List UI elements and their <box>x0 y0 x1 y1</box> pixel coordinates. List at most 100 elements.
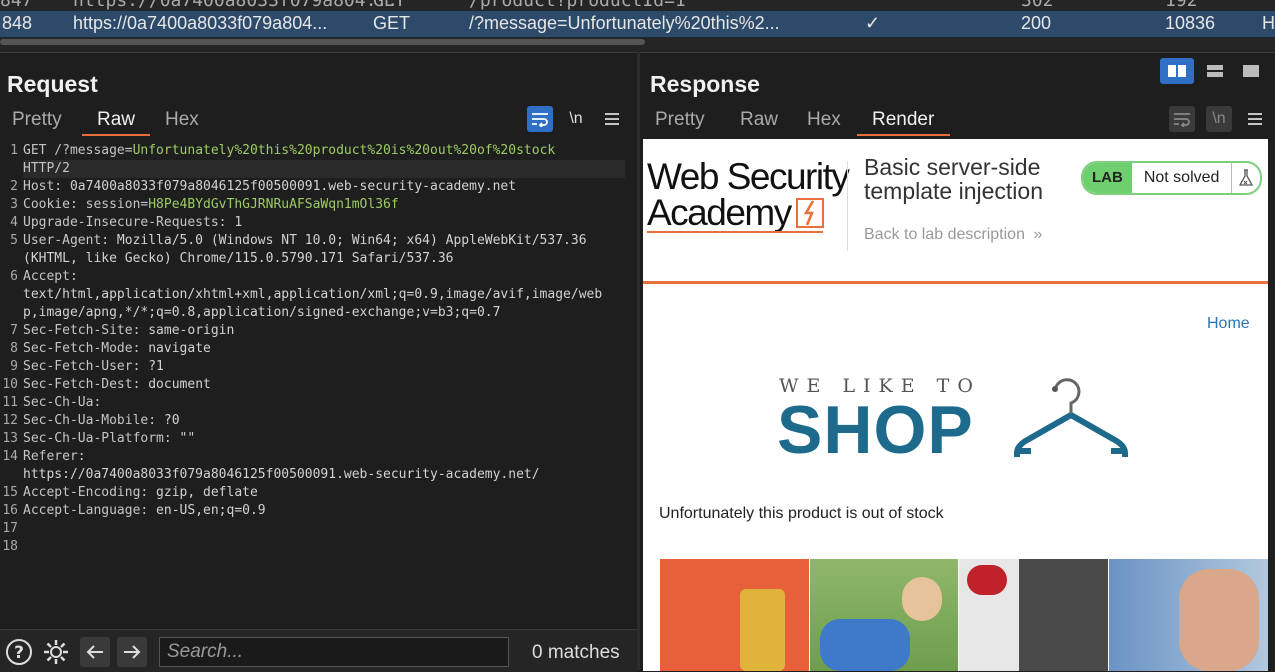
header-key: Host: <box>23 179 63 194</box>
header-value: H8Pe4BYdGvThGJRNRuAFSaWqn1mOl36f <box>148 197 399 212</box>
code-line: Sec-Fetch-Dest: document <box>23 376 211 394</box>
line-number: 16 <box>2 503 18 518</box>
code-line: Sec-Fetch-Mode: navigate <box>23 340 211 358</box>
menu-icon[interactable] <box>1242 106 1268 132</box>
lab-status: Not solved <box>1143 169 1220 186</box>
header-value: 1 <box>226 215 243 230</box>
line-number: 1 <box>10 143 18 158</box>
row-extra: H <box>1262 13 1275 33</box>
row-length: 192 <box>1165 0 1198 11</box>
request-title: Request <box>7 71 98 97</box>
code-line: (KHTML, like Gecko) Chrome/115.0.5790.17… <box>23 250 453 268</box>
search-bar: ? 0 matches <box>0 629 637 672</box>
header-key: Sec-Fetch-Mode: <box>23 341 141 356</box>
header-value: gzip, deflate <box>148 485 258 500</box>
response-title: Response <box>650 71 760 97</box>
product-image-3[interactable] <box>959 559 1108 671</box>
code-line: Accept-Encoding: gzip, deflate <box>23 484 258 502</box>
horizontal-scrollbar[interactable] <box>0 39 645 45</box>
code-line: Upgrade-Insecure-Requests: 1 <box>23 214 242 232</box>
line-number: 8 <box>10 341 18 356</box>
history-row-selected[interactable]: 848 https://0a7400a8033f079a804... GET /… <box>0 11 1275 37</box>
header-key: Sec-Fetch-Site: <box>23 323 141 338</box>
code-line: https://0a7400a8033f079a8046125f00500091… <box>23 466 540 484</box>
header-key: Sec-Fetch-User: <box>23 359 141 374</box>
logo-line2: Academy <box>647 192 792 233</box>
word-wrap-icon[interactable] <box>1169 106 1195 132</box>
row-url: https://0a7400a8033f079a804... <box>73 0 399 11</box>
single-view-icon[interactable] <box>1234 58 1268 84</box>
product-image-1[interactable] <box>660 559 809 671</box>
search-input[interactable] <box>159 637 509 667</box>
header-value: navigate <box>140 341 211 356</box>
row-method: GET <box>373 0 406 11</box>
header-divider <box>847 161 848 251</box>
line-number: 4 <box>10 215 18 230</box>
tab-hex[interactable]: Hex <box>165 109 199 131</box>
svg-text:?: ? <box>14 643 24 663</box>
stock-message: Unfortunately this product is out of sto… <box>659 505 944 522</box>
response-pane: Response Pretty Raw Hex Render \n Web Se… <box>640 52 1275 671</box>
shop-word: SHOP <box>777 392 974 468</box>
tab-raw[interactable]: Raw <box>97 109 135 131</box>
word-wrap-icon[interactable] <box>527 106 553 132</box>
help-icon[interactable]: ? <box>4 637 34 667</box>
header-value: en-US,en;q=0.9 <box>148 503 266 518</box>
line-number: 18 <box>2 539 18 554</box>
line-number: 15 <box>2 485 18 500</box>
code-line: Sec-Ch-Ua-Mobile: ?0 <box>23 412 180 430</box>
row-length: 10836 <box>1165 13 1216 33</box>
row-path: /?message=Unfortunately%20this%2... <box>469 13 780 33</box>
rendered-page: Web Security Academy Basic server-side t… <box>643 139 1268 671</box>
newline-toggle-icon[interactable]: \n <box>563 106 589 132</box>
tab-raw[interactable]: Raw <box>740 109 778 131</box>
menu-icon[interactable] <box>599 106 625 132</box>
horizontal-view-icon[interactable] <box>1198 58 1232 84</box>
header-value: same-origin <box>140 323 235 338</box>
next-match-icon[interactable] <box>117 637 147 667</box>
header-value: Mozilla/5.0 (Windows NT 10.0; Win64; x64… <box>109 233 587 248</box>
row-status: 200 <box>1021 13 1052 33</box>
academy-logo[interactable]: Web Security Academy <box>647 158 850 233</box>
code-line: Sec-Ch-Ua-Platform: "" <box>23 430 195 448</box>
lab-title-line1: Basic server-side <box>864 154 1041 180</box>
split-view-icon[interactable] <box>1160 58 1194 84</box>
code-line: Cookie: session=H8Pe4BYdGvThGJRNRuAFSaWq… <box>23 196 399 214</box>
header-key: Sec-Ch-Ua: <box>23 395 102 410</box>
home-link[interactable]: Home <box>1207 315 1250 333</box>
product-image-2[interactable] <box>810 559 958 671</box>
header-value: ?0 <box>156 413 180 428</box>
previous-match-icon[interactable] <box>80 637 110 667</box>
code-line: text/html,application/xhtml+xml,applicat… <box>23 286 602 304</box>
header-key: HTTP/2 <box>23 161 70 176</box>
code-line: GET /?message=Unfortunately%20this%20pro… <box>23 142 555 160</box>
back-to-lab-link[interactable]: Back to lab description » <box>864 226 1042 244</box>
tab-pretty[interactable]: Pretty <box>655 109 705 131</box>
line-number: 10 <box>2 377 18 392</box>
line-number: 2 <box>10 179 18 194</box>
header-value: p,image/apng,*/*;q=0.8,application/signe… <box>23 305 501 320</box>
double-chevron-right-icon: » <box>1033 226 1043 243</box>
hanger-icon <box>1014 378 1128 457</box>
request-editor[interactable]: 1 GET /?message=Unfortunately%20this%20pr… <box>0 139 637 629</box>
tab-hex[interactable]: Hex <box>807 109 841 131</box>
history-table: 847 https://0a7400a8033f079a804... GET /… <box>0 0 1275 52</box>
flask-icon <box>1231 163 1260 193</box>
code-line: Accept: <box>23 268 78 286</box>
newline-toggle-icon[interactable]: \n <box>1206 106 1232 132</box>
row-id: 847 <box>0 0 33 11</box>
header-value: https://0a7400a8033f079a8046125f00500091… <box>23 467 540 482</box>
header-key: GET /?message= <box>23 143 133 158</box>
settings-gear-icon[interactable] <box>41 637 71 667</box>
code-line: Referer: <box>23 448 86 466</box>
code-line: Sec-Ch-Ua: <box>23 394 101 412</box>
header-value: document <box>140 377 211 392</box>
active-tab-underline <box>857 134 950 136</box>
code-line: Accept-Language: en-US,en;q=0.9 <box>23 502 266 520</box>
tab-pretty[interactable]: Pretty <box>12 109 62 131</box>
tab-render[interactable]: Render <box>872 109 934 131</box>
line-number: 12 <box>2 413 18 428</box>
product-image-4[interactable] <box>1109 559 1268 671</box>
line-number: 3 <box>10 197 18 212</box>
lab-label: LAB <box>1083 163 1132 193</box>
